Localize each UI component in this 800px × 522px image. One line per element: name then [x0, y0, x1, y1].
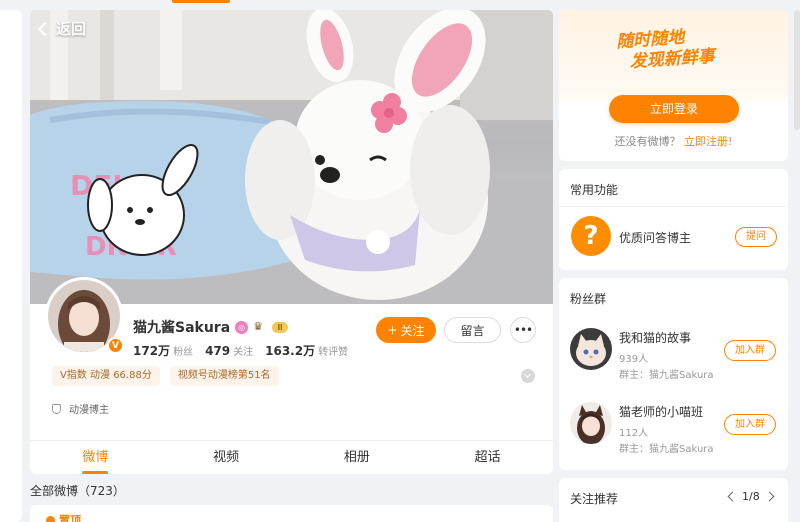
level-badge: Ⅲ: [272, 321, 288, 333]
tab-weibo[interactable]: 微博: [30, 441, 161, 474]
group-owner: 群主：猫九酱Sakura: [619, 444, 714, 455]
more-options-button[interactable]: •••: [510, 317, 536, 343]
stat-label: 关注: [233, 347, 254, 358]
join-group-button[interactable]: 加入群: [724, 340, 776, 361]
join-group-button[interactable]: 加入群: [724, 414, 776, 435]
left-nav-panel: [0, 10, 22, 522]
group-avatar: [570, 328, 612, 370]
plus-icon: +: [387, 323, 398, 337]
back-button[interactable]: 返回: [37, 18, 87, 39]
cover-image: DEL DR UR: [30, 10, 553, 304]
group-name: 我和猫的故事: [619, 331, 692, 345]
profile-card: DEL DR UR: [30, 10, 553, 474]
recommend-card: 关注推荐 1/8: [559, 478, 788, 522]
pin-icon: [44, 513, 57, 522]
ellipsis-icon: •••: [513, 323, 533, 337]
chevron-left-icon[interactable]: [727, 491, 738, 502]
verified-v-icon: ◎: [235, 320, 249, 334]
register-row: 还没有微博？ 立即注册!: [559, 133, 788, 149]
login-button[interactable]: 立即登录: [609, 95, 739, 123]
fan-group-item[interactable]: 猫老师的小喵班 112人 群主：猫九酱Sakura 加入群: [570, 400, 780, 460]
group-member-count: 939人: [619, 354, 649, 365]
page-indicator: 1/8: [742, 490, 760, 503]
stat-interactions: 163.2万 转评赞: [265, 340, 348, 359]
slogan: 随时随地 发现新鲜事: [616, 24, 739, 74]
functions-title: 常用功能: [570, 183, 619, 197]
common-functions-card: 常用功能 ? 优质问答博主 提问: [559, 169, 788, 270]
scrollbar[interactable]: [794, 10, 800, 130]
cover-illustration: DEL DR UR: [30, 10, 553, 304]
divider: [559, 206, 788, 207]
name-row: 猫九酱Sakura ◎ ♛ Ⅲ: [133, 317, 288, 337]
crown-icon: ♛: [253, 320, 264, 333]
chevron-right-icon[interactable]: [764, 491, 775, 502]
follow-label: 关注: [400, 323, 425, 338]
feed-header: 全部微博（723）: [30, 484, 125, 498]
qa-blogger-label: 优质问答博主: [619, 231, 692, 245]
tags-row: V指数 动漫 66.88分 视频号动漫榜第51名: [52, 366, 279, 386]
register-link[interactable]: 立即注册!: [684, 135, 732, 148]
fan-groups-card: 粉丝群 我和猫的故事 939人 群主：猫九酱Sakura 加入群 猫老师的小喵班…: [559, 278, 788, 470]
v-index-tag[interactable]: V指数 动漫 66.88分: [52, 366, 160, 386]
group-member-count: 112人: [619, 428, 649, 439]
girl-avatar-image: [570, 402, 612, 444]
question-icon: ?: [571, 216, 611, 256]
profile-name: 猫九酱Sakura: [133, 320, 231, 336]
pinned-label: 置顶: [44, 512, 81, 522]
tab-album[interactable]: 相册: [292, 441, 423, 474]
ask-question-button[interactable]: 提问: [735, 227, 777, 247]
stat-value: 172万: [133, 344, 171, 358]
description-text: 动漫博主: [69, 405, 109, 416]
pinned-text: 置顶: [59, 514, 81, 522]
group-owner: 群主：猫九酱Sakura: [619, 370, 714, 381]
top-nav-active-indicator: [172, 0, 230, 3]
shield-icon: [52, 403, 61, 414]
back-label: 返回: [56, 20, 87, 38]
profile-tabs: 微博 视频 相册 超话: [30, 440, 553, 474]
stat-label: 转评赞: [318, 347, 349, 358]
stat-label: 粉丝: [173, 347, 194, 358]
message-button[interactable]: 留言: [444, 317, 501, 343]
group-name: 猫老师的小喵班: [619, 405, 704, 419]
tab-video[interactable]: 视频: [161, 441, 292, 474]
verified-badge-icon: V: [107, 337, 124, 354]
cat-avatar-image: [570, 328, 612, 370]
stat-followers[interactable]: 172万 粉丝: [133, 340, 193, 359]
expand-chevron-icon[interactable]: [521, 369, 535, 383]
register-prompt: 还没有微博？: [614, 135, 681, 148]
stat-following[interactable]: 479 关注: [205, 340, 253, 359]
profile-description: 动漫博主: [52, 401, 109, 416]
fan-group-item[interactable]: 我和猫的故事 939人 群主：猫九酱Sakura 加入群: [570, 326, 780, 386]
fan-groups-title: 粉丝群: [570, 292, 607, 306]
stat-value: 479: [205, 344, 231, 358]
group-avatar: [570, 402, 612, 444]
login-card: 随时随地 发现新鲜事 立即登录 还没有微博？ 立即注册!: [559, 10, 788, 161]
recommend-title: 关注推荐: [570, 492, 619, 506]
recommend-pager: 1/8: [727, 490, 775, 503]
chevron-left-icon: [37, 21, 53, 36]
tab-super-topic[interactable]: 超话: [422, 441, 553, 474]
follow-button[interactable]: + 关注: [376, 317, 436, 343]
stat-value: 163.2万: [265, 344, 316, 358]
pinned-post-card[interactable]: 置顶: [30, 505, 553, 522]
ranking-tag[interactable]: 视频号动漫榜第51名: [169, 366, 279, 386]
stats-row: 172万 粉丝 479 关注 163.2万 转评赞: [133, 340, 348, 359]
